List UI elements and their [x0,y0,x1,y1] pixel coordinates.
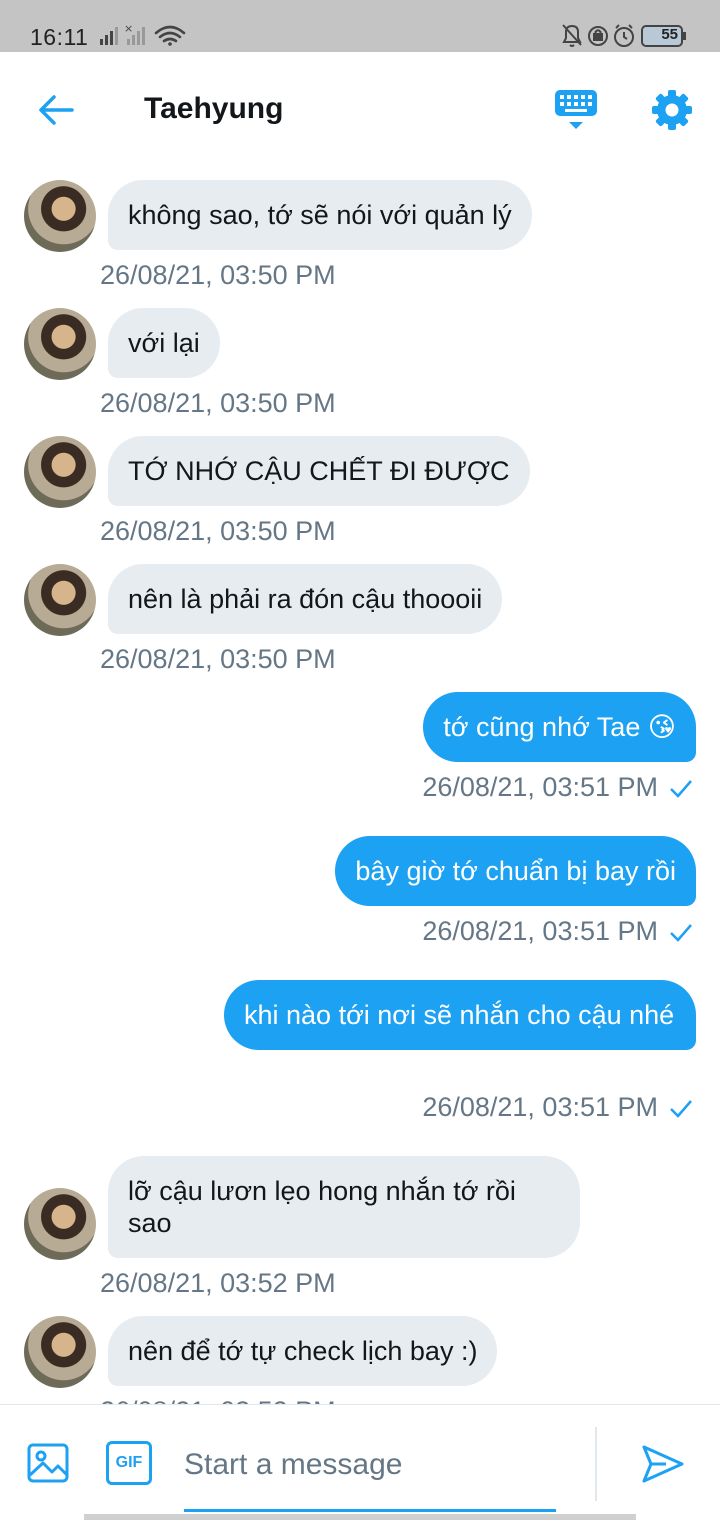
battery-level: 55 [661,26,678,43]
send-icon[interactable] [640,1441,686,1487]
message-timestamp: 26/08/21, 03:52 PM [100,1268,336,1298]
message-bubble[interactable]: nên là phải ra đón cậu thoooii [108,564,503,634]
signal-wifi-icons: × [100,22,186,46]
gif-button[interactable]: GIF [106,1441,152,1485]
keyboard-icon[interactable] [554,88,598,134]
avatar[interactable] [24,1316,96,1388]
message-timestamp: 26/08/21, 03:51 PM [422,772,658,802]
avatar[interactable] [24,1188,96,1260]
rotation-lock-icon [588,26,608,46]
alarm-icon [614,24,634,47]
settings-gear-icon[interactable] [650,88,694,132]
avatar[interactable] [24,180,96,252]
status-bar: 16:11 × 55 [0,0,720,52]
gesture-bar [84,1514,636,1520]
conversation-title[interactable]: Taehyung [144,92,283,126]
message-bubble[interactable]: khi nào tới nơi sẽ nhắn cho cậu nhé [224,980,696,1050]
back-arrow-icon[interactable] [34,88,78,132]
wifi-icon [154,25,186,46]
message-list[interactable]: không sao, tớ sẽ nói với quản lý 26/08/2… [0,164,720,1404]
read-check-icon [670,924,692,942]
message-timestamp: 26/08/21, 03:50 PM [100,260,336,290]
message-timestamp: 26/08/21, 03:50 PM [100,644,336,674]
message-bubble[interactable]: với lại [108,308,220,378]
message-timestamp: 26/08/21, 03:51 PM [422,1092,658,1122]
message-bubble[interactable]: tớ cũng nhớ Tae 😘 [423,692,696,762]
image-icon[interactable] [26,1441,70,1485]
avatar[interactable] [24,436,96,508]
message-bubble[interactable]: không sao, tớ sẽ nói với quản lý [108,180,532,250]
status-time: 16:11 [30,24,89,50]
message-bubble[interactable]: lỡ cậu lươn lẹo hong nhắn tớ rồi sao [108,1156,580,1258]
bell-off-icon [562,24,582,47]
message-bubble[interactable]: TỚ NHỚ CẬU CHẾT ĐI ĐƯỢC [108,436,530,506]
message-timestamp: 26/08/21, 03:50 PM [100,516,336,546]
signal-icon [100,27,118,45]
message-composer: GIF [0,1404,720,1520]
message-input[interactable] [184,1439,556,1491]
avatar[interactable] [24,308,96,380]
message-timestamp: 26/08/21, 03:51 PM [422,916,658,946]
read-check-icon [670,1100,692,1118]
message-timestamp: 26/08/21, 03:52 PM [100,1396,336,1404]
message-bubble[interactable]: nên để tớ tự check lịch bay :) [108,1316,498,1386]
composer-divider [595,1427,597,1501]
read-check-icon [670,780,692,798]
message-bubble[interactable]: bây giờ tớ chuẩn bị bay rồi [335,836,696,906]
avatar[interactable] [24,564,96,636]
conversation-header: Taehyung [0,52,720,164]
input-underline [184,1509,556,1512]
no-signal-icon: × [124,22,145,45]
gif-label: GIF [115,1454,143,1471]
svg-text:×: × [124,22,133,35]
message-timestamp: 26/08/21, 03:50 PM [100,388,336,418]
